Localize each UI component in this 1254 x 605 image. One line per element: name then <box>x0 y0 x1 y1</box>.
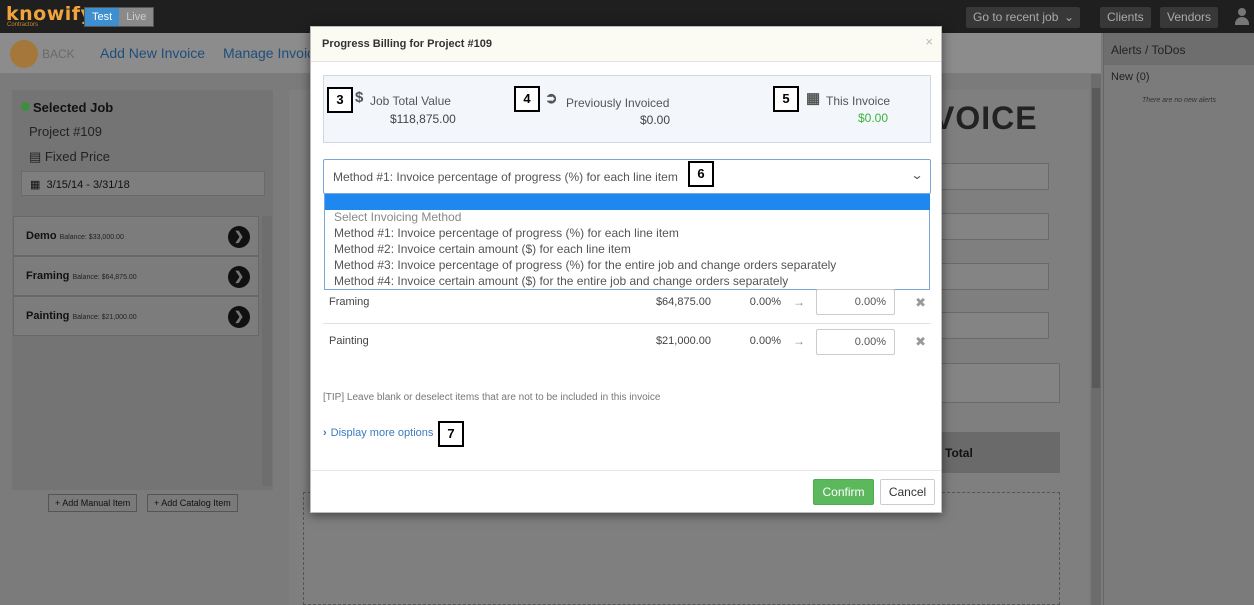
alerts-new-tab[interactable]: New (0) <box>1111 71 1150 83</box>
chevron-right-icon[interactable]: ❯ <box>228 306 250 328</box>
confirm-button[interactable]: Confirm <box>813 479 874 505</box>
env-live-button[interactable]: Live <box>119 8 154 26</box>
environment-toggle[interactable]: Test Live <box>84 7 155 27</box>
job-total-label: Job Total Value <box>370 94 451 108</box>
main-scrollbar-thumb[interactable] <box>1092 88 1100 388</box>
dropdown-option[interactable]: Method #3: Invoice percentage of progres… <box>334 258 836 272</box>
remove-icon[interactable]: ✖ <box>915 334 926 350</box>
line-item-name: Painting <box>26 310 70 322</box>
row-item-percent: 0.00% <box>749 296 781 308</box>
chevron-down-icon[interactable]: ⌄ <box>910 168 923 182</box>
close-icon[interactable]: × <box>925 34 933 49</box>
invoice-notes[interactable] <box>940 363 1060 403</box>
progress-billing-modal: Progress Billing for Project #109 × $ Jo… <box>310 26 942 513</box>
previously-invoiced-label: Previously Invoiced <box>566 96 670 110</box>
line-item-balance: Balance: $21,000.00 <box>72 314 137 321</box>
status-dot-icon <box>21 102 30 111</box>
line-item-balance: Balance: $64,875.00 <box>72 274 137 281</box>
invoicing-method-value: Method #1: Invoice percentage of progres… <box>333 170 678 184</box>
row-item-amount: $21,000.00 <box>655 335 711 347</box>
previously-invoiced-value: $0.00 <box>640 113 671 127</box>
row-item-amount: $64,875.00 <box>655 296 711 308</box>
project-name: Project #109 <box>29 124 102 139</box>
table-row: Framing $64,875.00 0.00% → 0.00% ✖ <box>323 284 931 323</box>
clients-button[interactable]: Clients <box>1100 7 1151 28</box>
recent-job-dropdown[interactable]: Go to recent job ⌄ <box>966 7 1080 28</box>
callout-6: 6 <box>688 161 714 187</box>
chevron-right-icon: › <box>323 427 327 439</box>
row-item-name: Framing <box>329 296 370 308</box>
dropdown-option[interactable]: Select Invoicing Method <box>334 210 461 224</box>
this-invoice-label: This Invoice <box>826 94 891 108</box>
vendors-button[interactable]: Vendors <box>1160 7 1219 28</box>
line-item[interactable]: Painting Balance: $21,000.00 ❯ <box>13 296 259 336</box>
modal-header: Progress Billing for Project #109 × <box>311 27 941 62</box>
recent-job-label: Go to recent job <box>973 10 1059 24</box>
chevron-down-icon: ⌄ <box>1063 10 1074 24</box>
date-range: ▦ 3/15/14 - 3/31/18 <box>21 171 265 196</box>
invoice-heading: VOICE <box>933 100 1038 136</box>
invoicing-method-dropdown: Select Invoicing Method Method #1: Invoi… <box>324 194 930 290</box>
selected-job-heading: Selected Job <box>33 100 114 115</box>
arrow-right-icon: → <box>793 295 805 309</box>
dropdown-option[interactable]: Method #1: Invoice percentage of progres… <box>334 226 679 240</box>
date-range-label: 3/15/14 - 3/31/18 <box>46 179 130 191</box>
left-scrollbar[interactable] <box>262 216 272 486</box>
invoice-field[interactable] <box>940 263 1049 290</box>
back-icon[interactable] <box>10 40 38 68</box>
job-total-value: $118,875.00 <box>390 112 456 126</box>
display-more-options-link[interactable]: › Display more options <box>323 427 433 439</box>
tip-text: [TIP] Leave blank or deselect items that… <box>323 392 661 403</box>
manage-invoices-link[interactable]: Manage Invoices <box>223 45 310 61</box>
line-item-balance: Balance: $33,000.00 <box>59 234 124 241</box>
arrow-right-icon: → <box>793 334 805 348</box>
alerts-title: Alerts / ToDos <box>1104 33 1254 65</box>
logo-subtitle: Contractors <box>7 22 39 28</box>
remove-icon[interactable]: ✖ <box>915 295 926 311</box>
invoice-field[interactable] <box>940 213 1049 240</box>
billing-summary: $ Job Total Value $118,875.00 ➲ Previous… <box>323 75 931 143</box>
callout-7: 7 <box>438 421 464 447</box>
callout-5: 5 <box>773 86 799 112</box>
progress-percent-input[interactable]: 0.00% <box>816 289 895 315</box>
callout-4: 4 <box>514 86 540 112</box>
cancel-button[interactable]: Cancel <box>880 479 935 505</box>
arrow-circle-right-icon: ➲ <box>545 90 558 107</box>
contract-type: ▤ Fixed Price <box>29 149 110 164</box>
dropdown-highlight[interactable] <box>325 194 930 210</box>
invoice-field[interactable] <box>940 163 1049 190</box>
line-item-name: Framing <box>26 270 70 282</box>
invoicing-method-select[interactable]: Method #1: Invoice percentage of progres… <box>323 159 931 194</box>
chevron-right-icon[interactable]: ❯ <box>228 226 250 248</box>
progress-percent-input[interactable]: 0.00% <box>816 329 895 355</box>
contract-type-label: Fixed Price <box>44 149 110 164</box>
alerts-empty-message: There are no new alerts <box>1142 97 1216 104</box>
line-item-name: Demo <box>26 230 57 242</box>
env-test-button[interactable]: Test <box>85 8 120 26</box>
modal-footer: Confirm Cancel <box>311 470 941 513</box>
chevron-right-icon[interactable]: ❯ <box>228 266 250 288</box>
user-icon[interactable] <box>1234 8 1250 26</box>
row-item-percent: 0.00% <box>749 335 781 347</box>
dropdown-option[interactable]: Method #2: Invoice certain amount ($) fo… <box>334 242 631 256</box>
add-manual-item-button[interactable]: + Add Manual Item <box>48 494 138 512</box>
table-row: Painting $21,000.00 0.00% → 0.00% ✖ <box>323 323 931 362</box>
calculator-icon: ▦ <box>806 90 821 107</box>
display-more-options-label: Display more options <box>330 427 434 439</box>
dollar-icon: $ <box>355 89 364 106</box>
back-button[interactable]: BACK <box>42 47 75 61</box>
total-header: Total <box>942 432 1060 473</box>
modal-title: Progress Billing for Project #109 <box>322 38 492 50</box>
line-item-list: Demo Balance: $33,000.00 ❯ Framing Balan… <box>13 216 259 336</box>
invoice-select[interactable] <box>940 312 1049 339</box>
line-item[interactable]: Framing Balance: $64,875.00 ❯ <box>13 256 259 296</box>
add-catalog-item-button[interactable]: + Add Catalog Item <box>147 494 238 512</box>
alerts-panel <box>1103 33 1254 605</box>
this-invoice-value: $0.00 <box>858 111 889 125</box>
row-item-name: Painting <box>329 335 369 347</box>
add-new-invoice-link[interactable]: Add New Invoice <box>100 45 205 61</box>
line-item[interactable]: Demo Balance: $33,000.00 ❯ <box>13 216 259 256</box>
callout-3: 3 <box>327 87 353 113</box>
